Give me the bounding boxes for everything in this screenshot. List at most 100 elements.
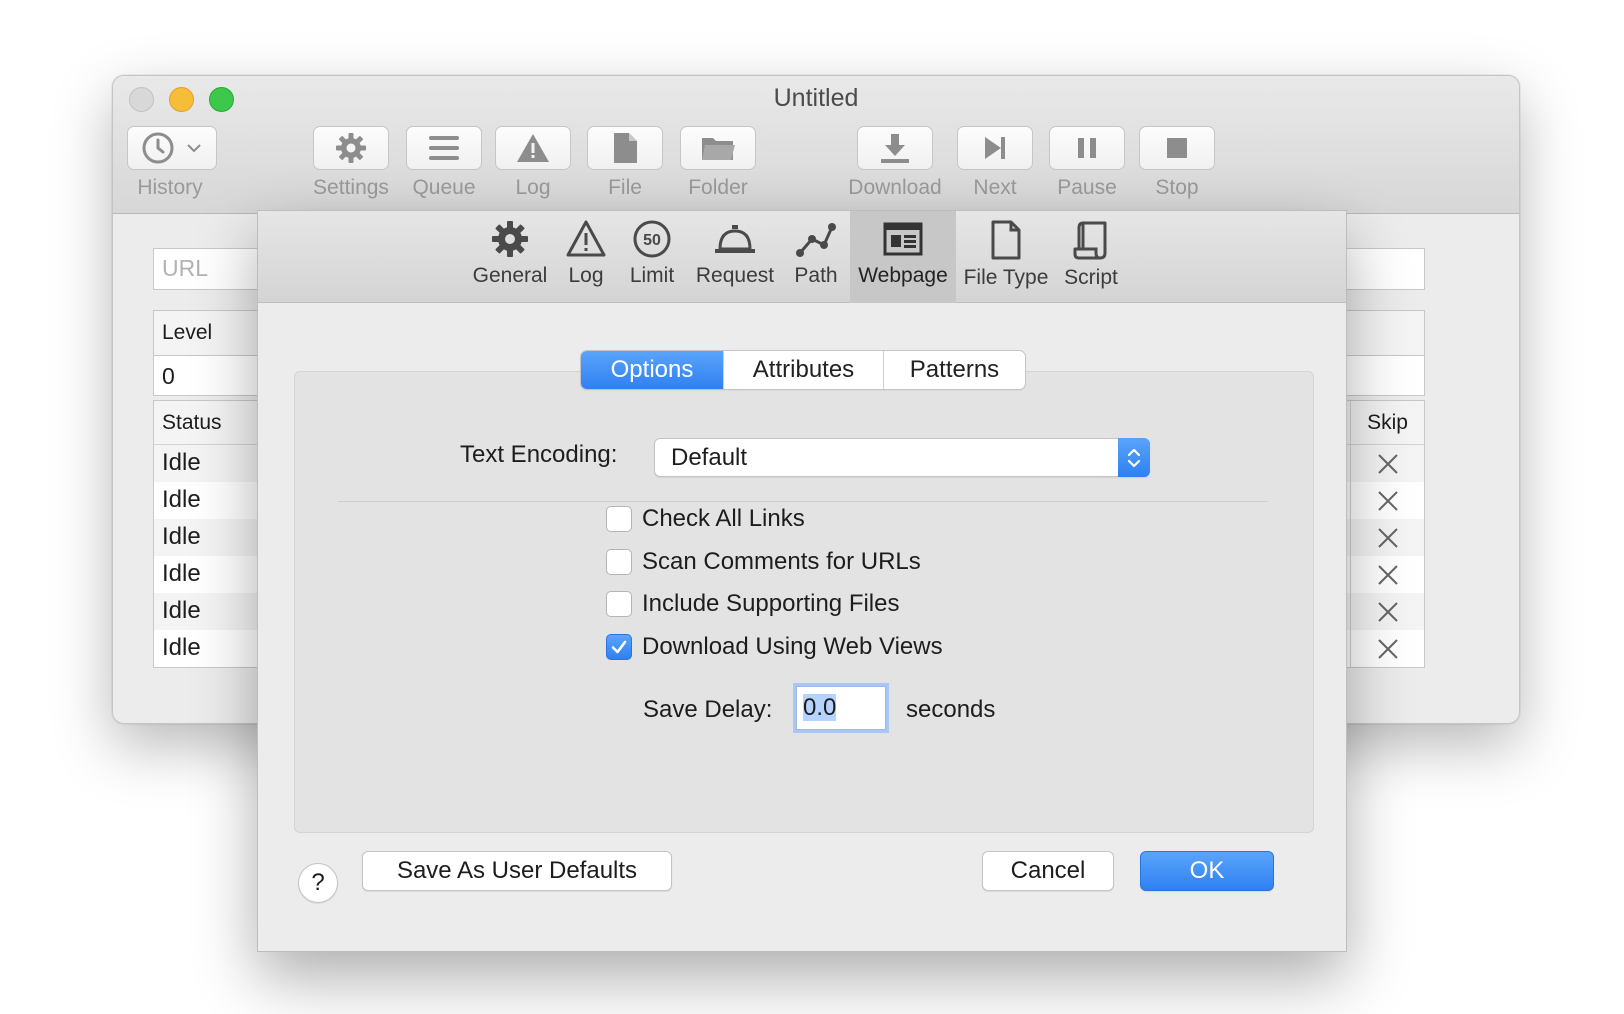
skip-column-header[interactable]: Skip bbox=[1350, 401, 1424, 445]
folder-button[interactable] bbox=[680, 126, 756, 170]
url-placeholder: URL bbox=[162, 255, 209, 281]
download-button[interactable] bbox=[857, 126, 933, 170]
settings-button[interactable] bbox=[313, 126, 389, 170]
close-icon[interactable] bbox=[1377, 601, 1399, 623]
toolbar-next[interactable]: Next bbox=[957, 126, 1033, 200]
warning-icon bbox=[517, 134, 549, 162]
queue-button[interactable] bbox=[406, 126, 482, 170]
webpage-icon bbox=[883, 222, 923, 256]
close-icon[interactable] bbox=[1377, 453, 1399, 475]
clock-icon bbox=[142, 132, 174, 164]
toolbar-label: Log bbox=[515, 176, 551, 199]
tab-limit[interactable]: 50 Limit bbox=[620, 211, 684, 303]
close-icon[interactable] bbox=[1377, 638, 1399, 660]
status-column-header[interactable]: Status bbox=[162, 411, 222, 435]
stop-button[interactable] bbox=[1139, 126, 1215, 170]
scan-comments-label[interactable]: Scan Comments for URLs bbox=[642, 548, 921, 576]
save-delay-value: 0.0 bbox=[803, 694, 837, 721]
help-button[interactable]: ? bbox=[298, 863, 338, 903]
toolbar-log[interactable]: Log bbox=[493, 126, 573, 200]
include-supporting-files-label[interactable]: Include Supporting Files bbox=[642, 590, 899, 618]
close-icon[interactable] bbox=[1377, 490, 1399, 512]
file-button[interactable] bbox=[587, 126, 663, 170]
close-icon[interactable] bbox=[1377, 527, 1399, 549]
tab-path[interactable]: Path bbox=[786, 211, 846, 303]
list-icon bbox=[429, 136, 459, 160]
warning-icon bbox=[566, 220, 606, 257]
toolbar-download[interactable]: Download bbox=[843, 126, 947, 200]
segment-patterns[interactable]: Patterns bbox=[883, 351, 1025, 389]
include-supporting-files-row[interactable]: Include Supporting Files bbox=[606, 589, 899, 619]
skip-cell[interactable] bbox=[1350, 482, 1424, 519]
toolbar-label: Download bbox=[848, 176, 942, 199]
toolbar-pause[interactable]: Pause bbox=[1047, 126, 1127, 200]
status-cell: Idle bbox=[162, 634, 201, 661]
tab-script[interactable]: Script bbox=[1058, 211, 1124, 303]
history-button[interactable] bbox=[127, 126, 217, 170]
skip-cell[interactable] bbox=[1350, 630, 1424, 667]
text-encoding-label: Text Encoding: bbox=[460, 441, 618, 468]
tab-general[interactable]: General bbox=[468, 211, 552, 303]
download-web-views-label[interactable]: Download Using Web Views bbox=[642, 633, 943, 661]
toolbar-settings[interactable]: Settings bbox=[307, 126, 395, 200]
next-icon bbox=[985, 137, 1005, 159]
text-encoding-popup[interactable]: Default bbox=[654, 438, 1150, 477]
check-all-links-label[interactable]: Check All Links bbox=[642, 505, 805, 533]
speed-limit-icon: 50 bbox=[633, 220, 671, 258]
toolbar-label: Settings bbox=[313, 176, 389, 199]
segment-options[interactable]: Options bbox=[581, 351, 723, 389]
status-cell: Idle bbox=[162, 486, 201, 513]
close-icon[interactable] bbox=[1377, 564, 1399, 586]
skip-cell[interactable] bbox=[1350, 519, 1424, 556]
download-web-views-checkbox[interactable] bbox=[606, 634, 632, 660]
skip-cell[interactable] bbox=[1350, 593, 1424, 630]
save-delay-input[interactable]: 0.0 bbox=[796, 686, 886, 730]
popup-arrows[interactable] bbox=[1118, 438, 1150, 477]
status-cell: Idle bbox=[162, 560, 201, 587]
text-encoding-value: Default bbox=[671, 444, 748, 471]
log-button[interactable] bbox=[495, 126, 571, 170]
toolbar-label: Queue bbox=[412, 176, 476, 199]
tab-label: Path bbox=[794, 264, 838, 287]
limit-badge: 50 bbox=[643, 232, 661, 249]
cancel-button[interactable]: Cancel bbox=[982, 851, 1114, 891]
toolbar-label: History bbox=[137, 176, 203, 199]
toolbar-folder[interactable]: Folder bbox=[671, 126, 765, 200]
scan-comments-checkbox[interactable] bbox=[606, 549, 632, 575]
tab-log[interactable]: Log bbox=[555, 211, 617, 303]
ok-button[interactable]: OK bbox=[1140, 851, 1274, 891]
tab-label: File Type bbox=[963, 266, 1049, 289]
toolbar-label: Next bbox=[973, 176, 1017, 199]
file-icon bbox=[991, 220, 1021, 260]
save-as-user-defaults-button[interactable]: Save As User Defaults bbox=[362, 851, 672, 891]
next-button[interactable] bbox=[957, 126, 1033, 170]
toolbar-history[interactable]: History bbox=[127, 126, 217, 200]
segmented-control: Options Attributes Patterns bbox=[580, 350, 1026, 390]
scan-comments-row[interactable]: Scan Comments for URLs bbox=[606, 547, 921, 577]
segment-attributes[interactable]: Attributes bbox=[723, 351, 883, 389]
skip-cell[interactable] bbox=[1350, 445, 1424, 482]
download-icon bbox=[881, 134, 909, 163]
divider bbox=[338, 501, 1268, 502]
file-icon bbox=[614, 133, 637, 163]
chevron-down-icon bbox=[187, 144, 201, 153]
toolbar-file[interactable]: File bbox=[585, 126, 665, 200]
toolbar-queue[interactable]: Queue bbox=[401, 126, 487, 200]
up-down-chevron-icon bbox=[1127, 448, 1141, 467]
checkmark-icon bbox=[611, 640, 627, 654]
check-all-links-checkbox[interactable] bbox=[606, 506, 632, 532]
stop-icon bbox=[1167, 138, 1187, 158]
tab-label: Webpage bbox=[858, 264, 948, 287]
pause-button[interactable] bbox=[1049, 126, 1125, 170]
tab-file-type[interactable]: File Type bbox=[960, 211, 1052, 303]
skip-cell[interactable] bbox=[1350, 556, 1424, 593]
check-all-links-row[interactable]: Check All Links bbox=[606, 504, 805, 534]
tab-request[interactable]: Request bbox=[690, 211, 780, 303]
tab-webpage[interactable]: Webpage bbox=[850, 211, 956, 303]
include-supporting-files-checkbox[interactable] bbox=[606, 591, 632, 617]
save-delay-unit: seconds bbox=[906, 696, 996, 723]
preferences-toolbar: General Log 50 Limit Request Path Webpag… bbox=[258, 211, 1346, 303]
download-web-views-row[interactable]: Download Using Web Views bbox=[606, 632, 943, 662]
toolbar-stop[interactable]: Stop bbox=[1137, 126, 1217, 200]
window-title: Untitled bbox=[773, 84, 859, 112]
